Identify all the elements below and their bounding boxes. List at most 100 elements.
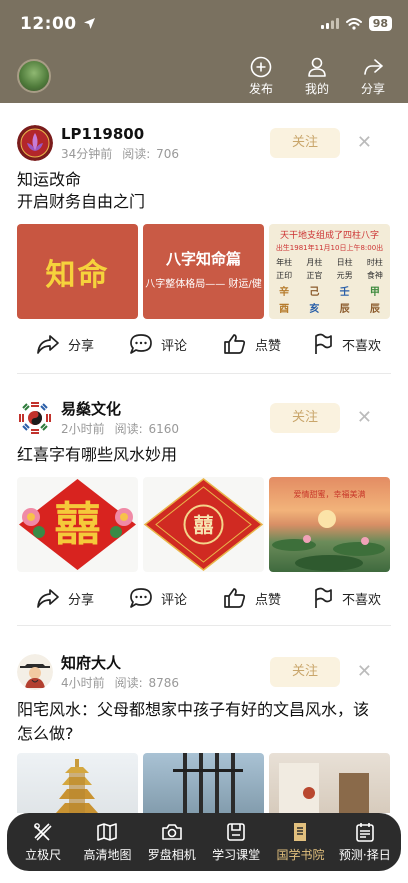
bazi-cell: 日柱 [336,258,353,267]
bazi-cell: 壬 [339,287,350,298]
post-image[interactable] [269,753,390,813]
author-name[interactable]: 易燊文化 [61,400,179,418]
post-meta: 2小时前 阅读: 6160 [61,420,179,437]
thumbs-up-icon [224,588,246,608]
tab-label: 立极尺 [25,848,62,862]
follow-button[interactable]: 关注 [270,403,340,433]
location-arrow-icon [84,18,96,29]
thumbs-up-icon [224,334,246,354]
share-button[interactable]: 分享 [36,333,94,355]
comment-icon [130,588,152,608]
close-icon[interactable]: ✕ [357,407,372,428]
profile-button[interactable]: 我的 [302,56,332,97]
comment-button[interactable]: 评论 [129,333,187,355]
ruler-icon [34,823,52,841]
divider [17,373,391,374]
dislike-button[interactable]: 不喜欢 [312,587,381,609]
tab-forecast-date[interactable]: 预测·择日 [334,821,396,863]
post-images: 知命 八字知命篇 八字整体格局—— 财运/健 天干地支组成了四柱八字 出生198… [17,224,390,319]
follow-button[interactable]: 关注 [270,657,340,687]
image-caption: 知命 [45,257,110,293]
image-caption: 八字知命篇 [165,250,241,268]
close-icon[interactable]: ✕ [357,661,372,682]
post-image[interactable] [17,753,138,813]
lotus-avatar-icon [17,125,53,161]
bazi-cell: 辛 [279,287,290,298]
share-label: 分享 [68,592,95,608]
author-avatar[interactable] [17,400,53,436]
post-title[interactable]: 阳宅风水：父母都想家中孩子有好的文昌风水，该 怎么做? [17,698,391,746]
bottom-tab-bar: 立极尺 高清地图 罗盘相机 学习课堂 国学书院 预测·择日 [7,813,401,871]
post-image[interactable]: 知命 [17,224,138,319]
calendar-list-icon [355,823,374,842]
post-image[interactable]: 囍 [17,477,138,572]
author-name[interactable]: 知府大人 [61,654,179,672]
tab-compass-camera[interactable]: 罗盘相机 [141,821,203,863]
publish-button[interactable]: 发布 [246,56,276,97]
post-author: LP119800 34分钟前 阅读: 706 [17,125,179,162]
image-caption: 出生1981年11月10日上午8:00出 [275,244,384,252]
plus-circle-icon [250,56,272,78]
share-button[interactable]: 分享 [36,587,94,609]
post-time: 34分钟前 [61,147,113,161]
post-image[interactable]: 天干地支组成了四柱八字 出生1981年11月10日上午8:00出 年柱 月柱 日… [269,224,390,319]
post-time: 2小时前 [61,422,105,436]
tab-learning-class[interactable]: 学习课堂 [205,821,267,863]
tab-label: 预测·择日 [338,848,391,862]
bazi-cell: 亥 [309,304,320,315]
post-title[interactable]: 红喜字有哪些风水妙用 [17,444,391,466]
share-icon [37,335,59,354]
profile-label: 我的 [304,82,329,96]
comment-button[interactable]: 评论 [129,587,187,609]
bazi-cell: 甲 [369,287,380,298]
comment-label: 评论 [161,338,188,354]
bazi-table: 年柱 月柱 日柱 时柱 正印 正官 元男 食神 辛 己 壬 甲 酉 亥 辰 辰 [269,257,390,315]
tab-label: 国学书院 [276,848,325,862]
author-avatar[interactable] [17,125,53,161]
user-avatar[interactable] [17,59,51,93]
reads-count: 8786 [148,676,180,690]
bazi-cell: 正印 [276,271,293,280]
battery-level: 98 [368,16,392,31]
dislike-label: 不喜欢 [342,592,382,608]
bazi-cell: 辰 [369,304,380,315]
reads-label: 阅读: [114,422,143,436]
cellular-signal-icon [320,18,339,29]
wifi-icon [345,17,362,30]
follow-button[interactable]: 关注 [270,128,340,158]
camera-icon [162,824,182,840]
tab-guoxue-academy[interactable]: 国学书院 [269,821,331,863]
status-indicators: 98 [320,16,392,31]
author-avatar[interactable] [17,654,53,690]
map-icon [97,823,118,841]
like-button[interactable]: 点赞 [223,333,281,355]
tab-label: 罗盘相机 [147,848,196,862]
pagoda-art [56,759,98,813]
post-image[interactable]: 八字知命篇 八字整体格局—— 财运/健 [143,224,264,319]
like-button[interactable]: 点赞 [223,587,281,609]
post-meta: 4小时前 阅读: 8786 [61,674,179,691]
post-image[interactable]: 囍 [143,477,264,572]
tab-hd-map[interactable]: 高清地图 [76,821,138,863]
author-name[interactable]: LP119800 [61,125,179,143]
header-actions: 发布 我的 分享 [246,56,388,97]
dislike-button[interactable]: 不喜欢 [312,333,381,355]
share-app-button[interactable]: 分享 [358,56,388,97]
bagua-avatar-icon [17,400,53,436]
scroll-icon [294,823,307,841]
close-icon[interactable]: ✕ [357,132,372,153]
tab-liji-ruler[interactable]: 立极尺 [12,821,74,863]
post-title[interactable]: 知运改命 开启财务自由之门 [17,169,391,213]
flag-icon [315,587,332,608]
bazi-cell: 正官 [306,271,323,280]
post-image[interactable]: 爱情甜蜜，幸福美满 [269,477,390,572]
post-meta: 34分钟前 阅读: 706 [61,145,179,162]
post-actions: 分享 评论 点赞 不喜欢 [0,333,408,359]
bazi-cell: 时柱 [366,258,383,267]
post-time: 4小时前 [61,676,105,690]
comment-label: 评论 [161,592,188,608]
share-app-label: 分享 [360,82,385,96]
post-image[interactable] [143,753,264,813]
post-title-line: 阳宅风水：父母都想家中孩子有好的文昌风水，该 [17,700,370,719]
flag-icon [315,333,332,354]
